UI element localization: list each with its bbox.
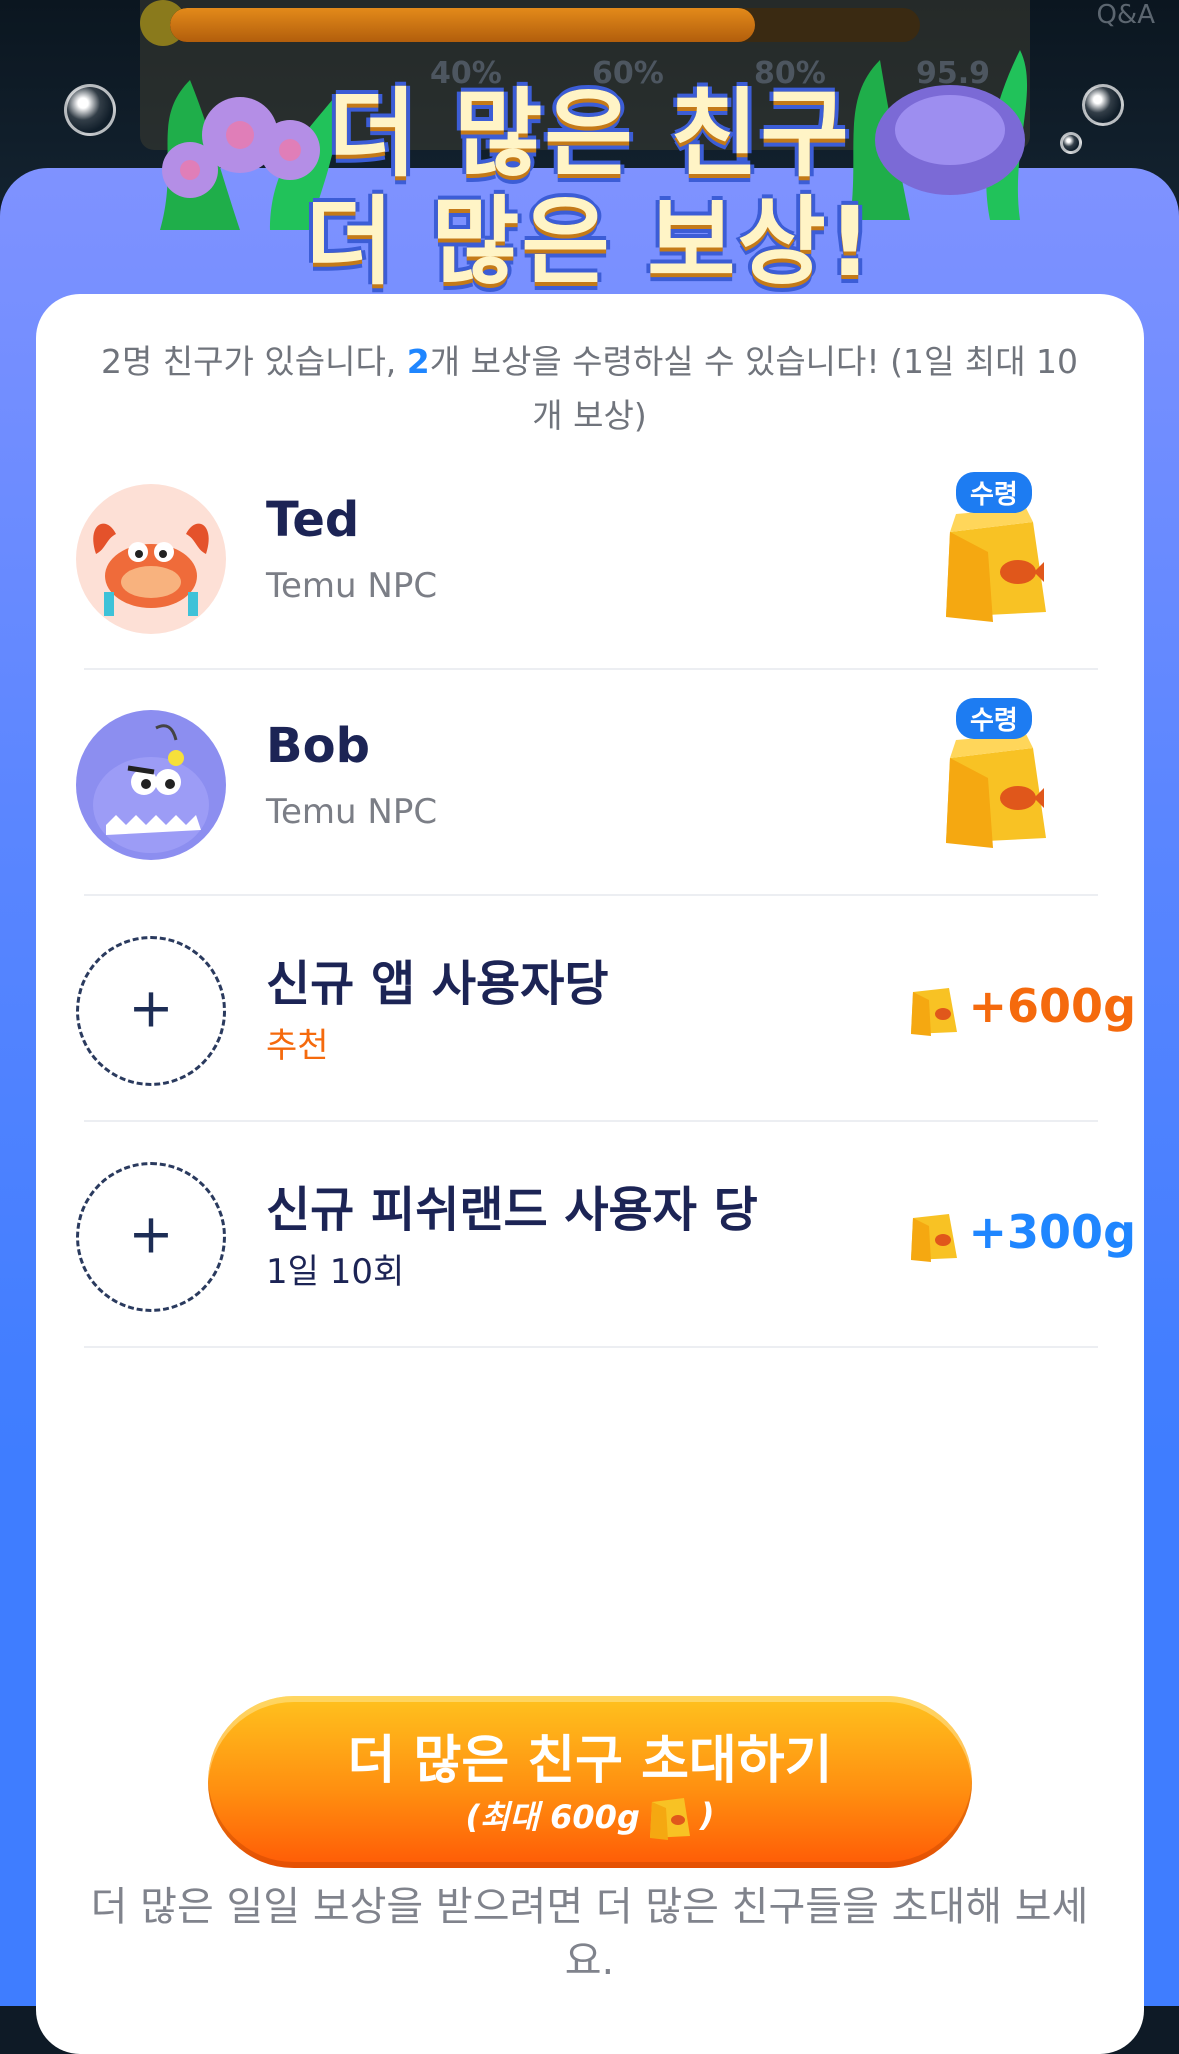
friend-subtitle: Temu NPC	[266, 792, 438, 832]
reward-amount: +600g	[968, 979, 1137, 1033]
fish-food-bag-icon	[649, 1798, 690, 1840]
fish-food-bag-icon	[910, 1214, 957, 1262]
claim-reward-button[interactable]: 수령	[928, 472, 1058, 632]
summary-suffix: 개 보상을 수령하실 수 있습니다! (1일 최대 10개 보상)	[429, 342, 1079, 435]
invite-reward: +300g	[905, 1200, 1137, 1264]
reward-amount: +300g	[968, 1205, 1137, 1259]
reward-count: 2	[406, 342, 430, 381]
plus-icon: +	[128, 976, 174, 1040]
claim-badge: 수령	[956, 698, 1032, 739]
invite-row[interactable]: + 신규 피쉬랜드 사용자 당 1일 10회 +300g	[36, 1122, 1144, 1348]
friend-row: Bob Temu NPC 수령	[36, 670, 1144, 896]
friend-name: Ted	[266, 492, 360, 548]
invite-subtitle: 1일 10회	[266, 1252, 405, 1292]
fish-avatar-icon	[76, 710, 226, 860]
invite-more-friends-button[interactable]: 더 많은 친구 초대하기 (최대 600g )	[208, 1696, 972, 1868]
add-friend-slot[interactable]: +	[76, 1162, 226, 1312]
invite-title: 신규 앱 사용자당	[266, 956, 609, 1012]
page-title: 더 많은 친구 더 많은 보상!	[0, 80, 1179, 296]
qa-link[interactable]: Q&A	[1096, 0, 1155, 30]
footer-hint: 더 많은 일일 보상을 받으려면 더 많은 친구들을 초대해 보세요.	[90, 1884, 1089, 1984]
summary-prefix: 2명 친구가 있습니다,	[100, 342, 407, 381]
claim-badge: 수령	[956, 472, 1032, 513]
background-progress-fill	[170, 8, 755, 42]
cta-sublabel: (최대 600g )	[208, 1788, 972, 1842]
plus-icon: +	[128, 1202, 174, 1266]
cta-sub-prefix: (최대 600g	[465, 1798, 640, 1836]
invite-reward: +600g	[905, 974, 1137, 1038]
reward-summary: 2명 친구가 있습니다, 2개 보상을 수령하실 수 있습니다! (1일 최대 …	[100, 335, 1079, 443]
title-line-1: 더 많은 친구	[328, 78, 851, 190]
title-line-2: 더 많은 보상!	[305, 186, 874, 298]
friend-subtitle: Temu NPC	[266, 566, 438, 606]
invite-row[interactable]: + 신규 앱 사용자당 추천 +600g	[36, 896, 1144, 1122]
invite-title: 신규 피쉬랜드 사용자 당	[266, 1182, 758, 1238]
row-divider	[84, 1346, 1098, 1348]
crab-avatar-icon	[76, 484, 226, 634]
fish-food-bag-icon	[910, 988, 957, 1036]
background-progress-bar	[170, 8, 920, 42]
cta-sub-suffix: )	[699, 1796, 715, 1834]
add-friend-slot[interactable]: +	[76, 936, 226, 1086]
invite-subtitle: 추천	[266, 1026, 329, 1066]
cta-label: 더 많은 친구 초대하기	[347, 1731, 833, 1791]
friend-name: Bob	[266, 718, 370, 774]
claim-reward-button[interactable]: 수령	[928, 698, 1058, 858]
friend-row: Ted Temu NPC 수령	[36, 444, 1144, 670]
